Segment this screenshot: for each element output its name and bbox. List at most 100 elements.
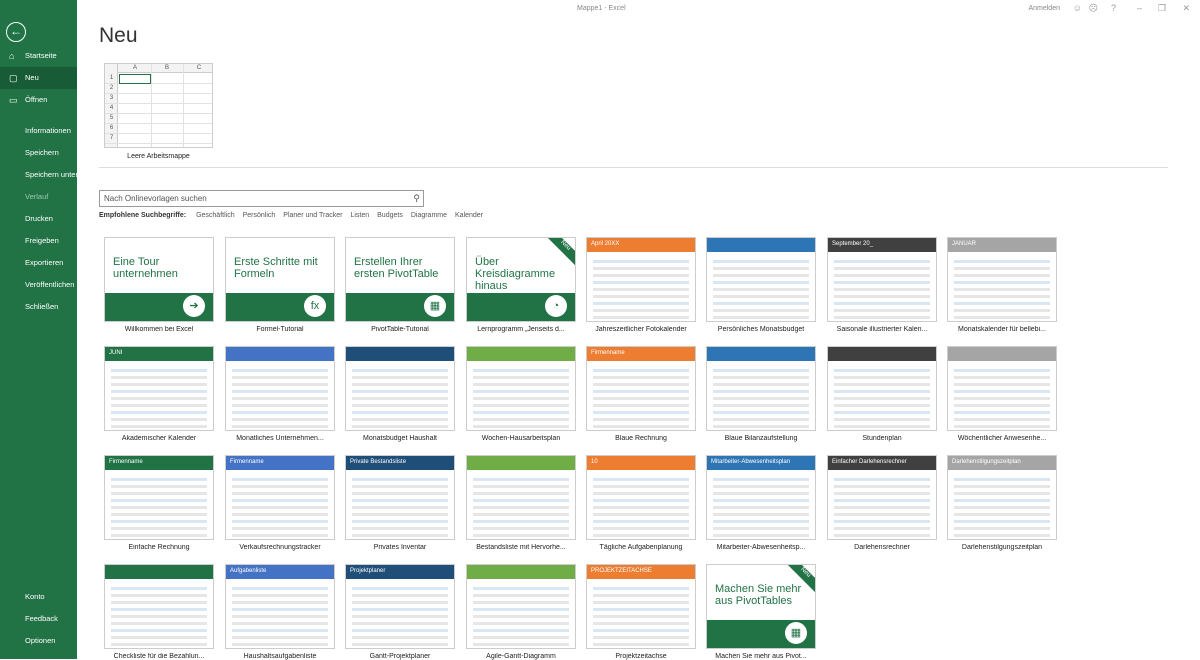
- signin-link[interactable]: Anmelden: [1028, 5, 1060, 12]
- thumb-header: JANUAR: [948, 238, 1056, 252]
- template-card[interactable]: JANUAR: [947, 237, 1057, 322]
- template-card[interactable]: [104, 564, 214, 649]
- nav-drucken[interactable]: Drucken: [0, 208, 77, 230]
- template-card[interactable]: Erste Schritte mit Formeln fx: [225, 237, 335, 322]
- thumb-row: [111, 499, 207, 502]
- blank-workbook-thumb[interactable]: A B C 1 2 3 4 5 6 7: [104, 63, 213, 148]
- template-card[interactable]: [947, 346, 1057, 431]
- tutorial-title: Eine Tour unternehmen: [113, 256, 178, 280]
- thumb-row: [473, 383, 569, 386]
- thumb-row: [713, 267, 809, 270]
- suggestion-link[interactable]: Geschäftlich: [196, 212, 235, 219]
- suggestion-link[interactable]: Kalender: [455, 212, 483, 219]
- row-header: 5: [109, 115, 114, 121]
- frown-icon[interactable]: ☹: [1089, 3, 1098, 14]
- suggestion-link[interactable]: Budgets: [377, 212, 403, 219]
- search-icon[interactable]: ⚲: [413, 193, 420, 204]
- nav-neu[interactable]: ▢ Neu: [0, 67, 77, 89]
- minimize-icon[interactable]: –: [1137, 3, 1142, 13]
- nav-informationen[interactable]: Informationen: [0, 120, 77, 142]
- thumb-row: [232, 622, 328, 625]
- template-card[interactable]: Eine Tour unternehmen ➔: [104, 237, 214, 322]
- tutorial-title: Über Kreisdiagramme hinaus: [475, 256, 556, 292]
- help-icon[interactable]: ?: [1111, 3, 1116, 13]
- close-icon[interactable]: ✕: [1182, 3, 1190, 14]
- row-header: 4: [109, 105, 114, 111]
- template-card[interactable]: [706, 237, 816, 322]
- template-card[interactable]: Firmenname: [104, 455, 214, 540]
- thumb-header: [105, 565, 213, 579]
- template-card[interactable]: PROJEKTZEITACHSE: [586, 564, 696, 649]
- template-card[interactable]: Private Bestandsliste: [345, 455, 455, 540]
- thumb-row: [473, 390, 569, 393]
- template-card[interactable]: Darlehenstilgungszeitplan: [947, 455, 1057, 540]
- backstage-sidebar: ← ⌂ Startseite ▢ Neu ▭ Öffnen Informationen Spe…: [0, 0, 78, 659]
- suggest-label: Empfohlene Suchbegriffe:: [99, 212, 187, 219]
- thumb-row: [834, 302, 930, 305]
- template-card[interactable]: Erstellen Ihrer ersten PivotTable ▦: [345, 237, 455, 322]
- thumb-row: [111, 527, 207, 530]
- template-card[interactable]: [345, 346, 455, 431]
- template-card[interactable]: Mitarbeiter-Abwesenheitsplan: [706, 455, 816, 540]
- thumb-header: Firmenname: [587, 347, 695, 361]
- suggestion-link[interactable]: Persönlich: [243, 212, 276, 219]
- nav-feedback[interactable]: Feedback: [0, 608, 77, 630]
- template-card[interactable]: Firmenname: [586, 346, 696, 431]
- nav-veröffentlichen[interactable]: Veröffentlichen: [0, 274, 77, 296]
- nav-öffnen[interactable]: ▭ Öffnen: [0, 89, 77, 111]
- template-card[interactable]: Einfacher Darlehensrechner: [827, 455, 937, 540]
- nav-freigeben[interactable]: Freigeben: [0, 230, 77, 252]
- tutorial-icon: ▦: [785, 622, 807, 644]
- thumb-row: [834, 418, 930, 421]
- template-card[interactable]: September 20_: [827, 237, 937, 322]
- thumb-row: [834, 534, 930, 537]
- thumb-row: [111, 622, 207, 625]
- template-card[interactable]: [466, 346, 576, 431]
- template-search-input[interactable]: Nach Onlinevorlagen suchen ⚲: [99, 190, 424, 207]
- template-card[interactable]: Über Kreisdiagramme hinaus ◔ Neu: [466, 237, 576, 322]
- tutorial-icon: ▦: [424, 295, 446, 317]
- grid-line: [151, 64, 152, 147]
- nav-schließen[interactable]: Schließen: [0, 296, 77, 318]
- tutorial-bar: ➔: [105, 293, 213, 321]
- template-card[interactable]: April 20XX: [586, 237, 696, 322]
- thumb-header: [346, 347, 454, 361]
- suggestion-link[interactable]: Planer und Tracker: [283, 212, 342, 219]
- template-card[interactable]: [466, 455, 576, 540]
- template-card[interactable]: [706, 346, 816, 431]
- template-card[interactable]: JUNI: [104, 346, 214, 431]
- nav-label: Speichern unter: [25, 170, 78, 179]
- nav-konto[interactable]: Konto: [0, 586, 77, 608]
- thumb-row: [232, 418, 328, 421]
- template-card[interactable]: Projektplaner: [345, 564, 455, 649]
- nav-optionen[interactable]: Optionen: [0, 630, 77, 652]
- suggestion-link[interactable]: Listen: [350, 212, 369, 219]
- row-header: 1: [109, 75, 114, 81]
- template-card[interactable]: Firmenname: [225, 455, 335, 540]
- nav-startseite[interactable]: ⌂ Startseite: [0, 45, 77, 67]
- template-card[interactable]: [225, 346, 335, 431]
- thumb-row: [954, 390, 1050, 393]
- thumb-row: [232, 499, 328, 502]
- smiley-icon[interactable]: ☺: [1073, 3, 1082, 13]
- thumb-row: [834, 499, 930, 502]
- nav-speichern[interactable]: Speichern: [0, 142, 77, 164]
- thumb-row: [352, 499, 448, 502]
- nav-exportieren[interactable]: Exportieren: [0, 252, 77, 274]
- restore-icon[interactable]: ❐: [1158, 3, 1166, 14]
- thumb-row: [593, 316, 689, 319]
- thumb-row: [954, 506, 1050, 509]
- template-card[interactable]: [466, 564, 576, 649]
- tutorial-icon: ➔: [183, 295, 205, 317]
- thumb-row: [834, 281, 930, 284]
- template-card[interactable]: [827, 346, 937, 431]
- template-label: Blaue Rechnung: [615, 435, 667, 442]
- thumb-header: [467, 347, 575, 361]
- thumb-header: [828, 347, 936, 361]
- nav-speichern-unter[interactable]: Speichern unter: [0, 164, 78, 186]
- template-card[interactable]: Machen Sie mehr aus PivotTables ▦ Neu: [706, 564, 816, 649]
- template-card[interactable]: Aufgabenliste: [225, 564, 335, 649]
- template-card[interactable]: 10: [586, 455, 696, 540]
- suggestion-link[interactable]: Diagramme: [411, 212, 447, 219]
- back-arrow-icon[interactable]: ←: [6, 22, 26, 42]
